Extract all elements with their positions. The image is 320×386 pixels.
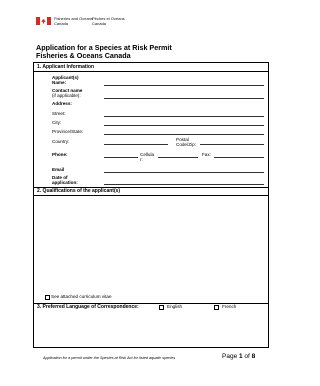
canada-flag-icon [36, 17, 51, 25]
french-checkbox[interactable] [214, 305, 219, 310]
contact-name-field[interactable] [104, 98, 264, 99]
country-label: Country: [52, 139, 70, 144]
applicant-name-label: Applicant(s) Name: [52, 75, 79, 86]
english-label: English [167, 304, 183, 309]
street-field[interactable] [104, 116, 264, 117]
section-qualifications-header: 2. Qualifications of the applicant(s) [37, 188, 121, 194]
email-label: Email [52, 167, 65, 172]
applicant-name-field[interactable] [104, 85, 264, 86]
postal-code-field[interactable] [200, 144, 264, 145]
address-label: Address: [52, 101, 72, 106]
department-name-fr: Pêches et Océans Canada [92, 16, 125, 26]
city-label: City: [52, 120, 62, 125]
form-page: Fisheries and Oceans Canada Pêches et Oc… [0, 0, 298, 386]
phone-label: Phone: [52, 152, 68, 157]
english-checkbox[interactable] [159, 305, 164, 310]
street-label: Street: [52, 111, 66, 116]
phone-field[interactable] [104, 157, 138, 158]
contact-name-sublabel: (if applicable): [52, 93, 81, 98]
page-number: Page 1 of 8 [222, 353, 256, 360]
french-label: French [222, 304, 237, 309]
section-language-header: 3. Preferred Language of Correspondence: [37, 304, 139, 310]
date-of-application-field[interactable] [104, 184, 264, 185]
application-form: 1. Applicant Information Applicant(s) Na… [33, 62, 269, 348]
divider [34, 71, 268, 72]
email-field[interactable] [104, 172, 264, 173]
cellular-field[interactable] [158, 157, 198, 158]
date-of-application-label: Date of application: [52, 175, 78, 186]
curriculum-vitae-checkbox[interactable] [45, 295, 50, 300]
department-name-en: Fisheries and Oceans Canada [54, 16, 93, 26]
page-title: Application for a Species at Risk Permit… [36, 43, 172, 61]
footer-note: Application for a permit under the Speci… [43, 356, 176, 360]
postal-code-label: Postal Code/Zip: [176, 137, 196, 148]
section-applicant-information-header: 1. Applicant Information [37, 64, 95, 70]
fax-label: Fax: [202, 152, 211, 157]
province-label: Province/State: [52, 129, 84, 134]
fax-field[interactable] [214, 157, 264, 158]
city-field[interactable] [104, 125, 264, 126]
curriculum-vitae-label: See attached curriculum vitae [51, 294, 112, 299]
country-field[interactable] [104, 144, 168, 145]
province-field[interactable] [104, 134, 264, 135]
cellular-label: Cellula r: [140, 152, 155, 163]
